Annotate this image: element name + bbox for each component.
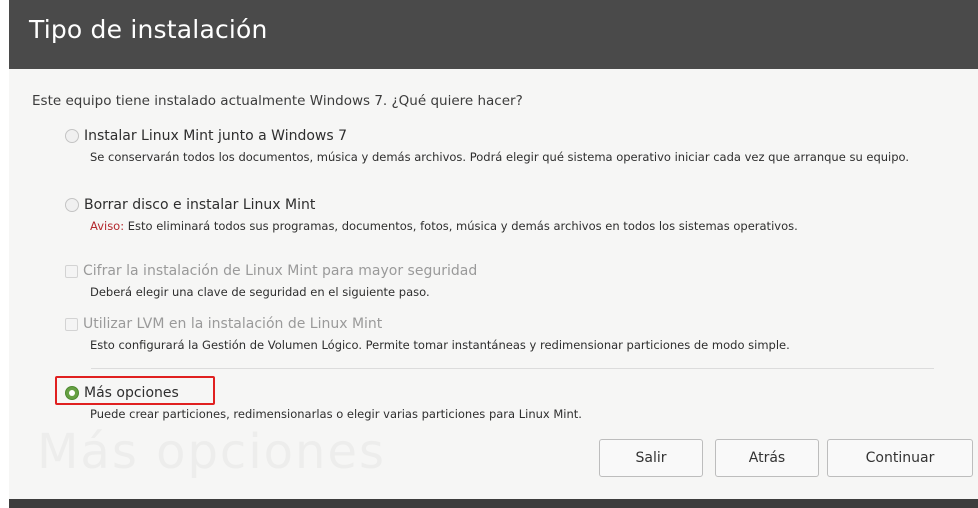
bottom-bar	[9, 499, 978, 508]
radio-more-options[interactable]	[65, 386, 79, 400]
option-description: Puede crear particiones, redimensionarla…	[90, 407, 582, 421]
option-more-options[interactable]: Más opciones Puede crear particiones, re…	[65, 383, 940, 423]
option-erase-disk[interactable]: Borrar disco e instalar Linux Mint Aviso…	[65, 195, 940, 235]
separator	[91, 368, 934, 369]
watermark-text: Más opciones	[37, 424, 386, 480]
option-label[interactable]: Más opciones	[84, 385, 179, 401]
radio-erase-disk[interactable]	[65, 198, 79, 212]
option-label: Cifrar la instalación de Linux Mint para…	[83, 263, 478, 279]
question-text: Este equipo tiene instalado actualmente …	[32, 93, 523, 109]
checkbox-lvm	[65, 317, 78, 331]
continue-button[interactable]: Continuar	[827, 439, 973, 477]
option-lvm: Utilizar LVM en la instalación de Linux …	[65, 314, 940, 354]
title-bar: Tipo de instalación	[9, 0, 978, 69]
option-description: Aviso: Esto eliminará todos sus programa…	[90, 218, 940, 235]
option-label[interactable]: Instalar Linux Mint junto a Windows 7	[84, 128, 347, 144]
checkbox-encrypt	[65, 264, 78, 278]
quit-button[interactable]: Salir	[599, 439, 703, 477]
warning-prefix: Aviso:	[90, 219, 125, 233]
option-label[interactable]: Borrar disco e instalar Linux Mint	[84, 197, 315, 213]
installation-type-panel: Este equipo tiene instalado actualmente …	[9, 69, 978, 499]
option-encrypt: Cifrar la instalación de Linux Mint para…	[65, 261, 940, 301]
back-button[interactable]: Atrás	[715, 439, 819, 477]
option-label: Utilizar LVM en la instalación de Linux …	[83, 316, 383, 332]
warning-text: Esto eliminará todos sus programas, docu…	[124, 219, 798, 233]
option-description: Deberá elegir una clave de seguridad en …	[90, 285, 430, 299]
option-description: Esto configurará la Gestión de Volumen L…	[90, 338, 790, 352]
option-install-alongside[interactable]: Instalar Linux Mint junto a Windows 7 Se…	[65, 126, 940, 166]
left-strip	[0, 0, 9, 508]
radio-install-alongside[interactable]	[65, 129, 79, 143]
installer-window: Tipo de instalación Este equipo tiene in…	[9, 0, 978, 508]
option-description: Se conservarán todos los documentos, mús…	[90, 150, 910, 164]
window-title: Tipo de instalación	[29, 15, 268, 44]
